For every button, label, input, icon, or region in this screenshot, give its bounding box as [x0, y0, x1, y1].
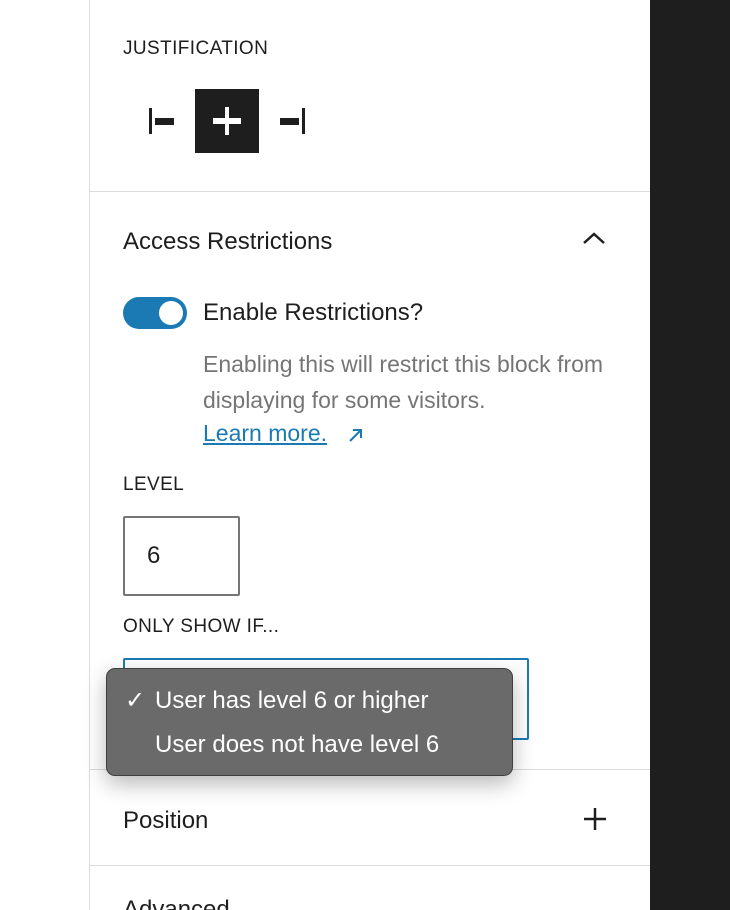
justify-right-button[interactable]	[259, 89, 323, 153]
advanced-title[interactable]: Advanced	[123, 896, 230, 910]
dropdown-option-label: User has level 6 or higher	[155, 687, 429, 714]
restrictions-help-text: Enabling this will restrict this block f…	[203, 351, 604, 413]
enable-restrictions-toggle[interactable]	[123, 297, 187, 329]
editor-canvas-edge	[650, 0, 730, 910]
dropdown-option[interactable]: ✓ User has level 6 or higher	[107, 683, 512, 727]
plus-icon[interactable]	[581, 805, 609, 833]
learn-more-link[interactable]: Learn more.	[203, 420, 327, 447]
justify-center-button[interactable]	[195, 89, 259, 153]
justify-left-button[interactable]	[131, 89, 195, 153]
justification-label: JUSTIFICATION	[123, 38, 269, 59]
only-show-if-label: ONLY SHOW IF...	[123, 616, 280, 637]
left-gutter	[0, 0, 89, 910]
dropdown-option-label: User does not have level 6	[155, 731, 440, 758]
only-show-if-dropdown-menu: ✓ User has level 6 or higher User does n…	[106, 668, 513, 776]
access-restrictions-title[interactable]: Access Restrictions	[123, 228, 332, 256]
toggle-knob	[159, 301, 183, 325]
level-label: LEVEL	[123, 474, 185, 495]
external-link-icon[interactable]	[345, 424, 367, 446]
chevron-up-icon[interactable]	[580, 226, 608, 250]
justify-left-icon	[149, 108, 174, 134]
justify-center-icon	[213, 107, 241, 135]
checkmark-icon: ✓	[125, 687, 146, 714]
justify-right-icon	[280, 108, 305, 134]
justification-toolbar	[131, 89, 323, 153]
level-input[interactable]	[123, 516, 240, 596]
dropdown-option[interactable]: User does not have level 6	[107, 727, 512, 771]
section-divider	[90, 191, 650, 192]
section-divider	[90, 865, 650, 866]
position-title[interactable]: Position	[123, 807, 208, 835]
enable-restrictions-label[interactable]: Enable Restrictions?	[203, 299, 423, 327]
